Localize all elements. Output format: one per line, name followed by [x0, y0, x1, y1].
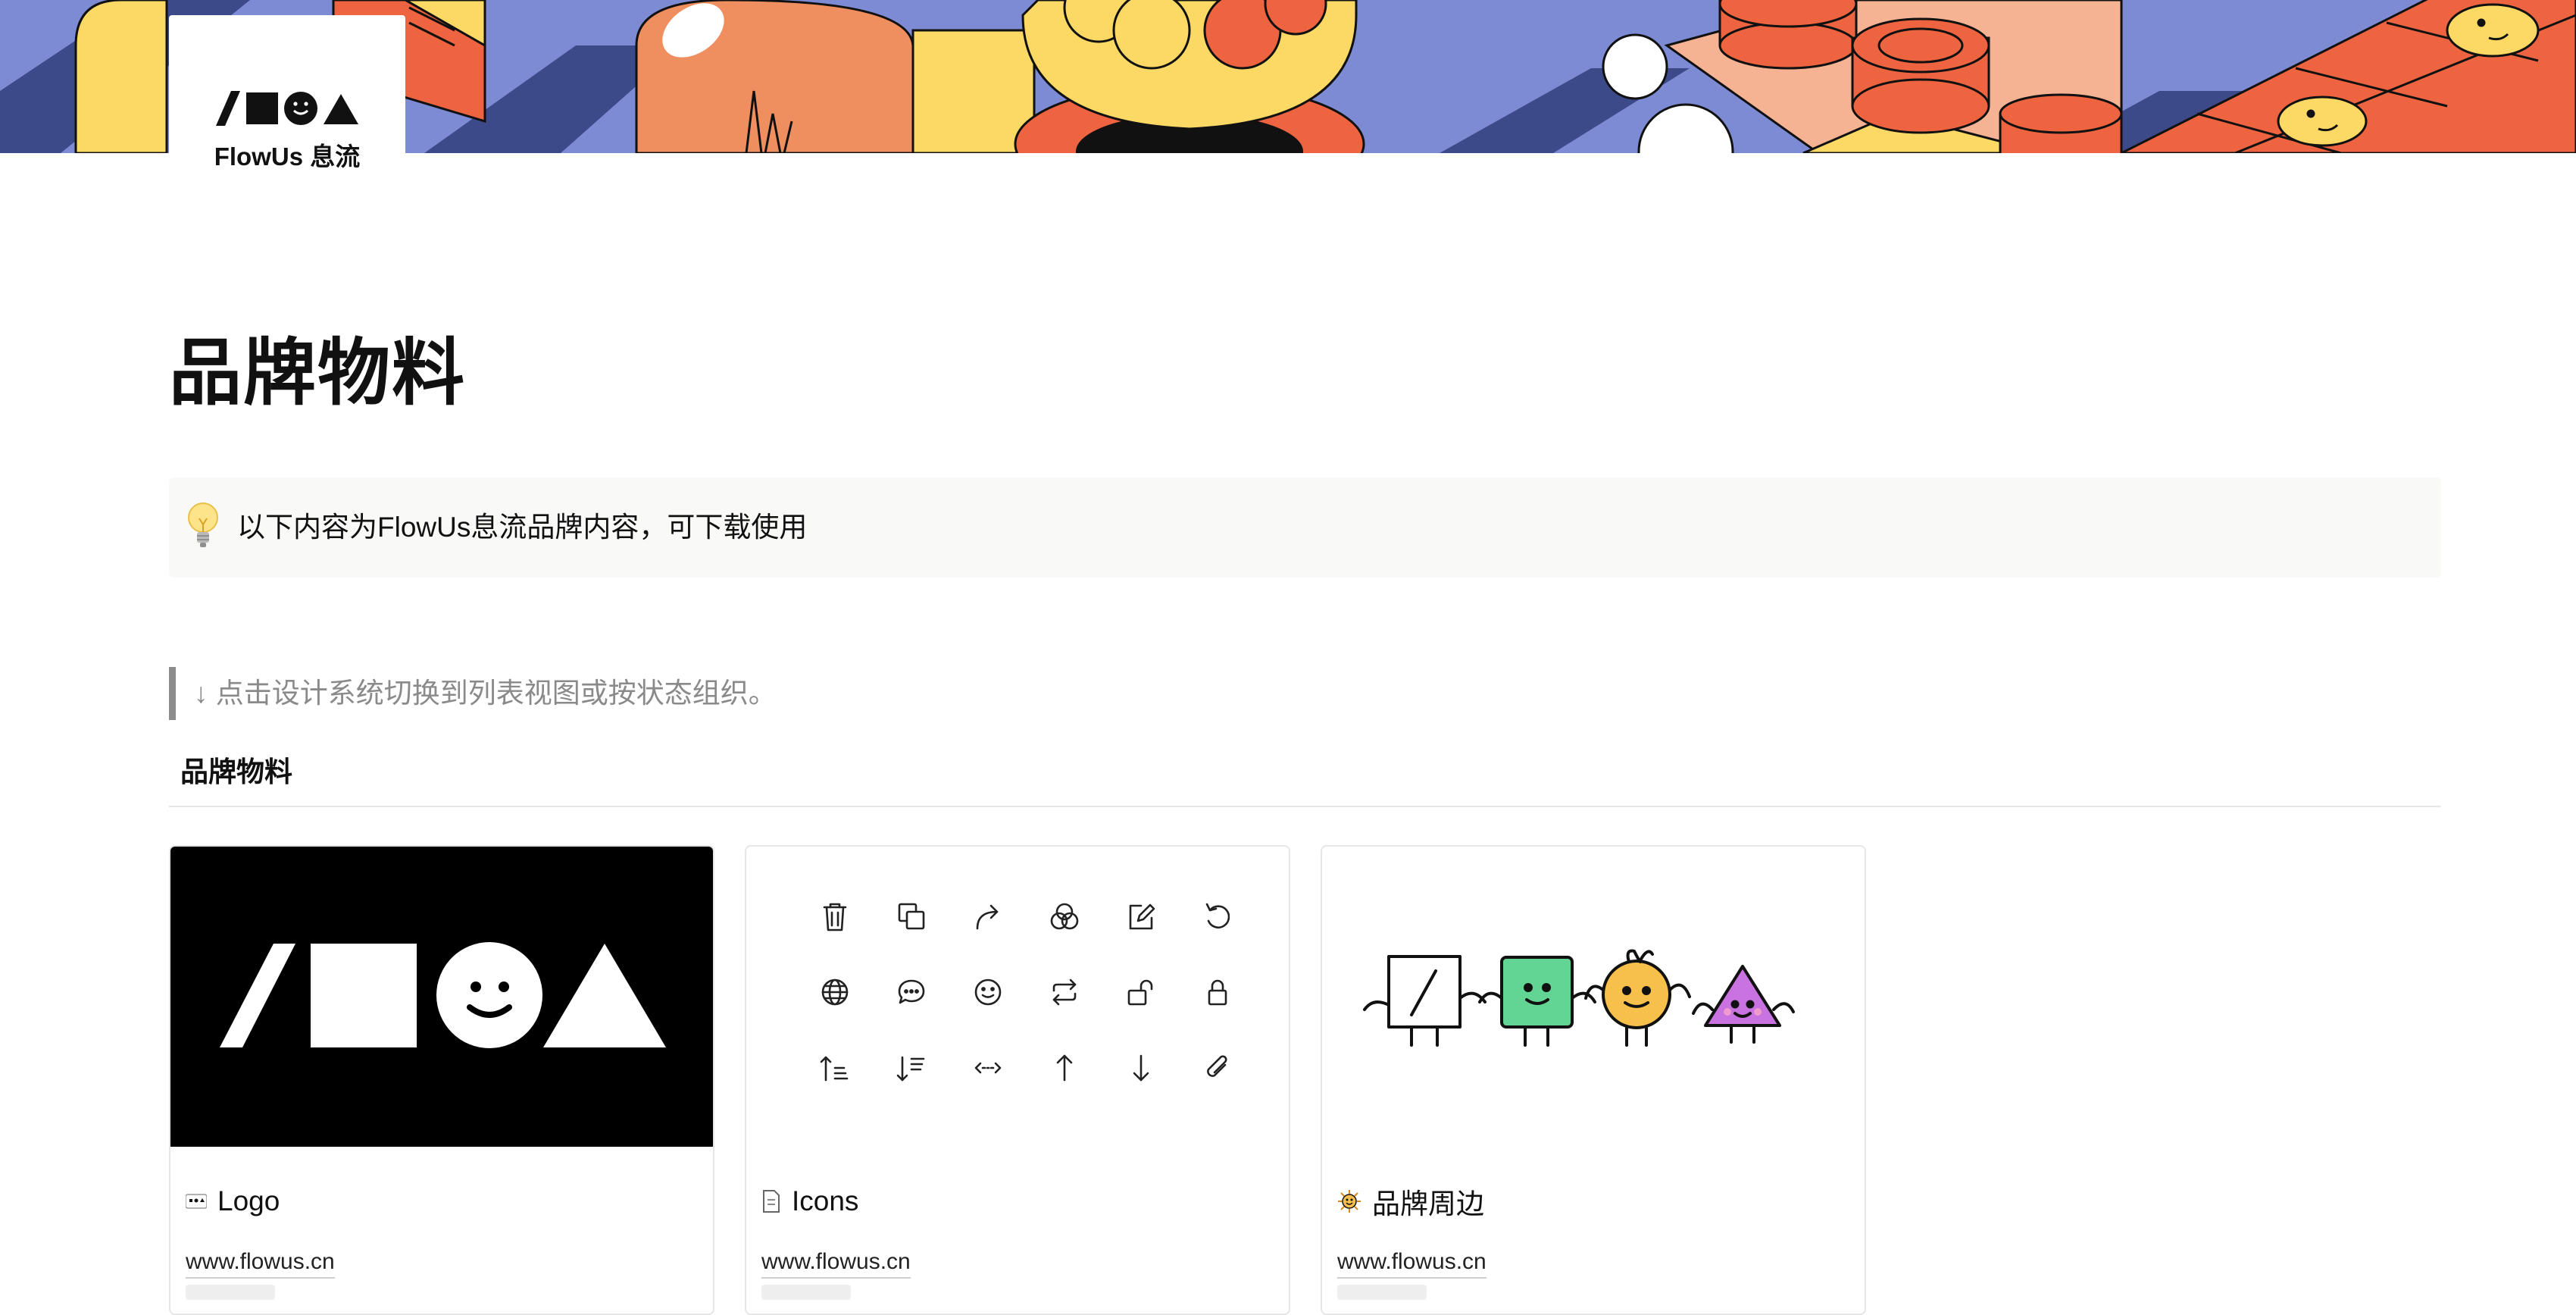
redo-arrow-icon [976, 904, 999, 930]
globe-icon [821, 978, 849, 1006]
card-url[interactable]: www.flowus.cn [1337, 1247, 1487, 1279]
trash-icon [823, 903, 847, 931]
flowus-logo-marks [216, 91, 358, 126]
mascot-slash [1363, 955, 1487, 1047]
page-icon-logo[interactable]: FlowUs 息流 [169, 15, 405, 171]
mascot-triangle [1692, 965, 1795, 1044]
card-title: Icons [792, 1185, 859, 1216]
mascot-circle [1584, 949, 1691, 1047]
arrow-down-icon [1133, 1054, 1149, 1082]
mascot-characters [1363, 949, 1795, 1047]
color-circles-icon [1050, 903, 1079, 930]
card-title: Logo [217, 1185, 280, 1216]
smile-icon [974, 978, 1002, 1006]
sort-ascending-icon [820, 1056, 849, 1082]
arrow-up-icon [1056, 1054, 1073, 1082]
callout-block[interactable]: 以下内容为FlowUs息流品牌内容，可下载使用 [169, 477, 2441, 578]
quote-block[interactable]: ↓ 点击设计系统切换到列表视图或按状态组织。 [169, 667, 777, 720]
card-url[interactable]: www.flowus.cn [186, 1247, 335, 1279]
repeat-icon [1052, 978, 1077, 1006]
card-url[interactable]: www.flowus.cn [761, 1247, 911, 1279]
undo-icon [1205, 903, 1230, 928]
copy-icon [898, 903, 925, 930]
gallery-card-icons[interactable]: Icons www.flowus.cn [745, 845, 1290, 1315]
comment-icon [898, 979, 925, 1004]
mascot-square [1478, 956, 1596, 1047]
gallery-title[interactable]: 品牌物料 [180, 753, 292, 791]
card-cover-merch [1322, 847, 1865, 1147]
sort-descending-icon [896, 1056, 925, 1082]
card-cover-icons [746, 847, 1289, 1147]
page-title[interactable]: 品牌物料 [169, 324, 466, 423]
lock-icon [1208, 979, 1227, 1006]
icon-set-grid [820, 903, 1230, 1082]
logo-badge-icon [186, 1194, 207, 1209]
gallery-card-merch[interactable]: 品牌周边 www.flowus.cn [1321, 845, 1866, 1315]
gallery-divider [169, 806, 2441, 807]
card-cover-logo [170, 847, 713, 1147]
unlock-icon [1127, 979, 1153, 1006]
lightbulb-icon [188, 503, 218, 547]
card-tag [761, 1285, 851, 1300]
document-icon [763, 1190, 780, 1213]
callout-text: 以下内容为FlowUs息流品牌内容，可下载使用 [237, 512, 808, 543]
flowus-logo-large [220, 942, 666, 1048]
attachment-icon [1207, 1055, 1227, 1077]
brand-name: FlowUs 息流 [214, 142, 361, 171]
card-title: 品牌周边 [1372, 1188, 1484, 1220]
card-tag [1337, 1285, 1427, 1300]
card-tag [186, 1285, 275, 1300]
sun-face-icon [1338, 1190, 1361, 1213]
edit-icon [1129, 903, 1155, 930]
horizontal-arrows-icon [974, 1062, 1002, 1074]
gallery-card-logo[interactable]: Logo www.flowus.cn [169, 845, 714, 1315]
